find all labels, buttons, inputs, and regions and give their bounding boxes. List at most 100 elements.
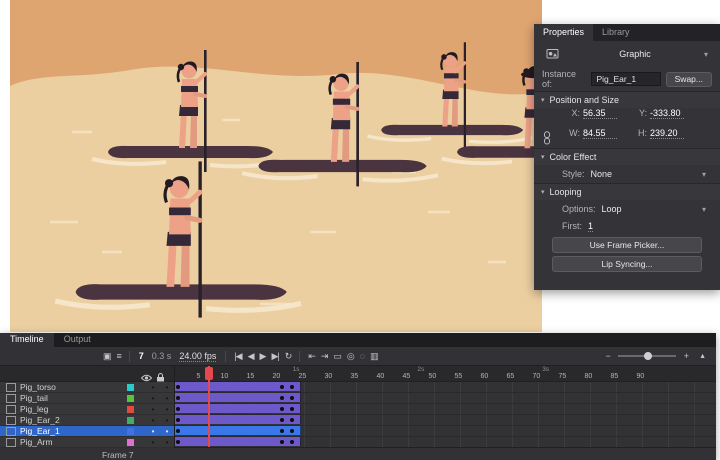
layer-frames-row[interactable] [175,393,716,404]
layer-visibility-toggle[interactable]: • [146,416,160,425]
panel-resize-icon[interactable]: ▲ [696,353,708,360]
keyframe-dot[interactable] [176,429,180,433]
keyframe-dot[interactable] [280,429,284,433]
tab-output[interactable]: Output [54,333,101,347]
layer-lock-toggle[interactable]: • [160,416,174,425]
show-hide-all-layers-icon[interactable] [141,369,152,387]
layer-header-row [0,366,174,382]
layer-outline-color-swatch[interactable] [127,417,134,424]
frame-rate-indicator[interactable]: 24.00 fps [179,351,216,362]
keyframe-dot[interactable] [290,385,294,389]
lip-syncing-button[interactable]: Lip Syncing... [552,256,702,272]
keyframe-dot[interactable] [176,418,180,422]
keyframe-dot[interactable] [280,385,284,389]
layer-row[interactable]: Pig_Ear_2•• [0,415,174,426]
keyframe-dot[interactable] [290,440,294,444]
keyframe-dot[interactable] [290,429,294,433]
stage-canvas[interactable] [10,0,542,332]
layer-outline-color-swatch[interactable] [127,406,134,413]
layer-lock-toggle[interactable]: • [160,405,174,414]
zoom-in-icon[interactable]: + [681,351,691,361]
link-width-height-icon[interactable] [542,131,552,147]
layer-frames-row[interactable] [175,382,716,393]
keyframe-dot[interactable] [280,418,284,422]
tab-library[interactable]: Library [593,24,639,41]
frame-span[interactable] [175,437,301,446]
frame-span[interactable] [175,426,301,435]
y-value[interactable]: -333.80 [650,108,684,119]
layer-lock-toggle[interactable]: • [160,427,174,436]
frame-ruler[interactable]: 1s2s3s5101520253035404550556065707580859… [175,366,716,382]
frame-span[interactable] [175,404,301,413]
layer-visibility-toggle[interactable]: • [146,405,160,414]
keyframe-dot[interactable] [176,407,180,411]
xy-row: X:56.35Y:-333.80 [534,108,720,128]
onion-skin-icon[interactable]: ◎ [344,351,357,362]
center-playhead-icon[interactable]: ▭ [330,351,344,362]
use-frame-picker-button[interactable]: Use Frame Picker... [552,237,702,253]
frame-span[interactable] [175,415,301,424]
symbol-type-dropdown[interactable]: Graphic ▾ [566,49,708,59]
layer-row[interactable]: Pig_tail•• [0,393,174,404]
layer-outline-color-swatch[interactable] [127,384,134,391]
frames-area[interactable]: 1s2s3s5101520253035404550556065707580859… [175,366,716,447]
style-dropdown[interactable]: Style: None ▾ [534,165,720,183]
layer-frames-row[interactable] [175,437,716,447]
tab-properties[interactable]: Properties [534,24,593,41]
layer-outline-color-swatch[interactable] [127,395,134,402]
layer-row[interactable]: Pig_Arm•• [0,437,174,448]
layer-outline-color-swatch[interactable] [127,439,134,446]
loop-options-dropdown[interactable]: Options: Loop ▾ [534,200,720,218]
layer-row[interactable]: Pig_leg•• [0,404,174,415]
layer-row[interactable]: Pig_Ear_1•• [0,426,174,437]
onion-skin-outlines-icon[interactable]: ◌ [357,351,367,362]
keyframe-dot[interactable] [176,440,180,444]
current-frame-indicator[interactable]: 7 [135,351,148,361]
layer-lock-toggle[interactable]: • [160,438,174,447]
tab-timeline[interactable]: Timeline [0,333,54,347]
layer-depth-icon[interactable]: ≡ [114,351,124,362]
go-to-first-frame-icon[interactable]: |◀ [231,351,244,362]
layer-outline-color-swatch[interactable] [127,428,134,435]
section-header-color-effect[interactable]: ▾ Color Effect [534,148,720,165]
extend-span-left-icon[interactable]: ⇤ [305,351,318,362]
layer-frames-row[interactable] [175,415,716,426]
collapse-triangle-icon: ▾ [541,153,545,161]
first-value[interactable]: 1 [588,221,593,232]
keyframe-dot[interactable] [176,396,180,400]
step-back-icon[interactable]: ◀ [245,351,257,362]
section-header-position-size[interactable]: ▾ Position and Size [534,91,720,108]
x-value[interactable]: 56.35 [583,108,617,119]
layer-visibility-toggle[interactable]: • [146,394,160,403]
frame-span[interactable] [175,393,301,402]
w-value[interactable]: 84.55 [583,128,617,139]
keyframe-dot[interactable] [290,418,294,422]
keyframe-dot[interactable] [290,396,294,400]
section-header-looping[interactable]: ▾ Looping [534,183,720,200]
swap-button[interactable]: Swap... [666,72,712,87]
zoom-out-icon[interactable]: − [603,351,613,361]
frame-span[interactable] [175,382,301,391]
loop-icon[interactable]: ↻ [282,351,295,362]
timeline-zoom-slider[interactable] [618,355,676,357]
h-value[interactable]: 239.20 [650,128,684,139]
play-icon[interactable]: ▶ [257,351,269,362]
keyframe-dot[interactable] [176,385,180,389]
layer-visibility-toggle[interactable]: • [146,438,160,447]
layer-lock-toggle[interactable]: • [160,394,174,403]
layer-frames-row[interactable] [175,426,716,437]
step-forward-icon[interactable]: ▶| [268,351,281,362]
layer-frames-row[interactable] [175,404,716,415]
keyframe-dot[interactable] [280,396,284,400]
camera-icon[interactable]: ▣ [100,351,114,362]
layer-icon [6,438,16,447]
keyframe-dot[interactable] [280,440,284,444]
lock-all-layers-icon[interactable] [156,369,165,387]
edit-multiple-frames-icon[interactable]: ▥ [367,351,381,362]
keyframe-dot[interactable] [280,407,284,411]
extend-span-right-icon[interactable]: ⇥ [318,351,331,362]
instance-name-field[interactable]: Pig_Ear_1 [591,72,660,86]
keyframe-dot[interactable] [290,407,294,411]
zoom-slider-thumb[interactable] [644,352,652,360]
layer-visibility-toggle[interactable]: • [146,427,160,436]
